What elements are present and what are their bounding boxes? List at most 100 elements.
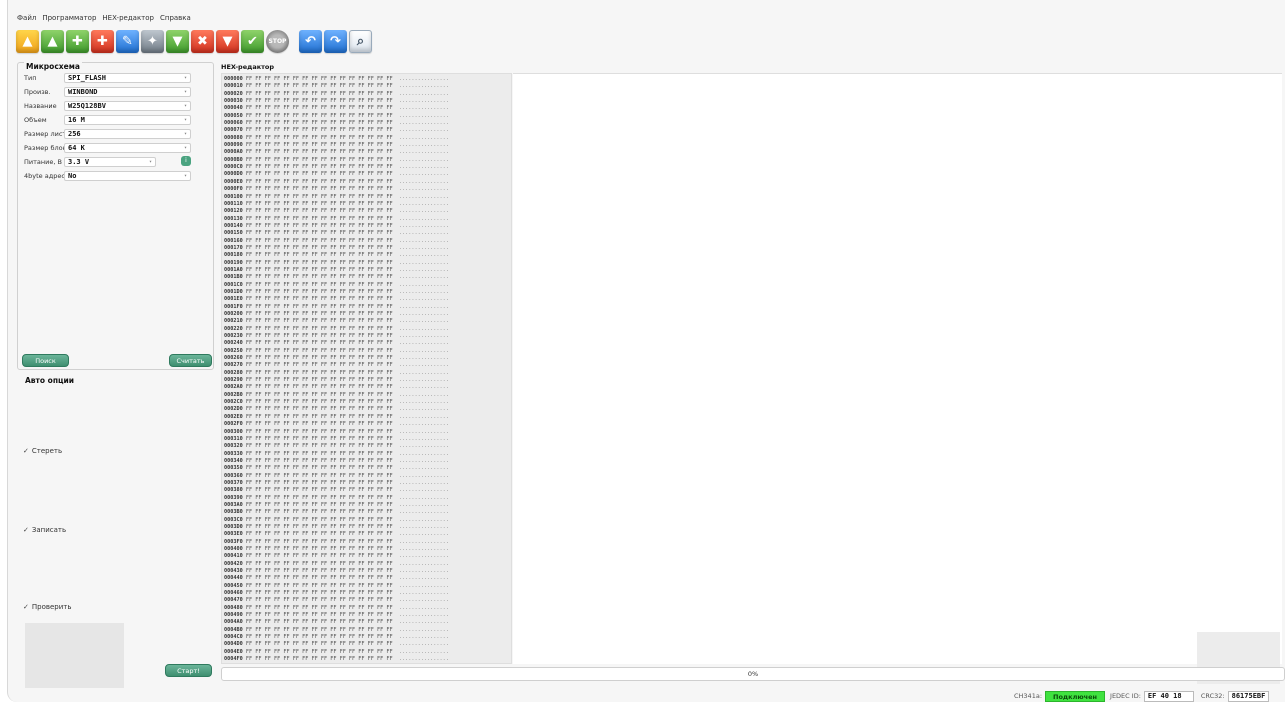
hex-bytes[interactable]: FF FF FF FF FF FF FF FF FF FF FF FF FF F…: [243, 553, 399, 559]
hex-row[interactable]: 000100 FF FF FF FF FF FF FF FF FF FF FF …: [224, 194, 511, 201]
hex-bytes[interactable]: FF FF FF FF FF FF FF FF FF FF FF FF FF F…: [243, 634, 399, 640]
hex-ascii[interactable]: ................: [399, 627, 449, 633]
detect-chip-icon[interactable]: ✦: [141, 29, 164, 53]
hex-row[interactable]: 000090 FF FF FF FF FF FF FF FF FF FF FF …: [224, 142, 511, 149]
hex-ascii[interactable]: ................: [399, 296, 449, 302]
hex-ascii[interactable]: ................: [399, 216, 449, 222]
hex-row[interactable]: 000440 FF FF FF FF FF FF FF FF FF FF FF …: [224, 575, 511, 582]
hex-ascii[interactable]: ................: [399, 443, 449, 449]
hex-row[interactable]: 0001F0 FF FF FF FF FF FF FF FF FF FF FF …: [224, 304, 511, 311]
hex-row[interactable]: 000480 FF FF FF FF FF FF FF FF FF FF FF …: [224, 605, 511, 612]
hex-row[interactable]: 000280 FF FF FF FF FF FF FF FF FF FF FF …: [224, 370, 511, 377]
menu-help[interactable]: Справка: [160, 14, 191, 26]
hex-bytes[interactable]: FF FF FF FF FF FF FF FF FF FF FF FF FF F…: [243, 406, 399, 412]
hex-row[interactable]: 0002E0 FF FF FF FF FF FF FF FF FF FF FF …: [224, 414, 511, 421]
hex-ascii[interactable]: ................: [399, 370, 449, 376]
hex-ascii[interactable]: ................: [399, 451, 449, 457]
block-size-select[interactable]: 64 K ▾: [64, 142, 191, 153]
hex-bytes[interactable]: FF FF FF FF FF FF FF FF FF FF FF FF FF F…: [243, 384, 399, 390]
hex-bytes[interactable]: FF FF FF FF FF FF FF FF FF FF FF FF FF F…: [243, 76, 399, 82]
hex-bytes[interactable]: FF FF FF FF FF FF FF FF FF FF FF FF FF F…: [243, 465, 399, 471]
hex-bytes[interactable]: FF FF FF FF FF FF FF FF FF FF FF FF FF F…: [243, 208, 399, 214]
hex-row[interactable]: 000070 FF FF FF FF FF FF FF FF FF FF FF …: [224, 127, 511, 134]
menu-programmer[interactable]: Программатор: [42, 14, 96, 26]
hex-ascii[interactable]: ................: [399, 201, 449, 207]
hex-row[interactable]: 000060 FF FF FF FF FF FF FF FF FF FF FF …: [224, 120, 511, 127]
hex-ascii[interactable]: ................: [399, 399, 449, 405]
voltage-select[interactable]: 3.3 V ▾: [64, 156, 156, 167]
edit-chip-icon[interactable]: ✎: [116, 29, 139, 53]
hex-bytes[interactable]: FF FF FF FF FF FF FF FF FF FF FF FF FF F…: [243, 627, 399, 633]
hex-row[interactable]: 0002F0 FF FF FF FF FF FF FF FF FF FF FF …: [224, 421, 511, 428]
hex-row[interactable]: 0001A0 FF FF FF FF FF FF FF FF FF FF FF …: [224, 267, 511, 274]
search-button[interactable]: Поиск: [22, 354, 69, 367]
start-button[interactable]: Старт!: [165, 664, 212, 677]
hex-ascii[interactable]: ................: [399, 120, 449, 126]
hex-ascii[interactable]: ................: [399, 179, 449, 185]
hex-bytes[interactable]: FF FF FF FF FF FF FF FF FF FF FF FF FF F…: [243, 641, 399, 647]
hex-ascii[interactable]: ................: [399, 517, 449, 523]
hex-ascii[interactable]: ................: [399, 245, 449, 251]
hex-bytes[interactable]: FF FF FF FF FF FF FF FF FF FF FF FF FF F…: [243, 619, 399, 625]
hex-bytes[interactable]: FF FF FF FF FF FF FF FF FF FF FF FF FF F…: [243, 509, 399, 515]
hex-row[interactable]: 000420 FF FF FF FF FF FF FF FF FF FF FF …: [224, 561, 511, 568]
hex-row[interactable]: 000290 FF FF FF FF FF FF FF FF FF FF FF …: [224, 377, 511, 384]
read-chip-icon[interactable]: ✚: [66, 29, 89, 53]
hex-ascii[interactable]: ................: [399, 656, 449, 662]
hex-row[interactable]: 000330 FF FF FF FF FF FF FF FF FF FF FF …: [224, 451, 511, 458]
hex-bytes[interactable]: FF FF FF FF FF FF FF FF FF FF FF FF FF F…: [243, 274, 399, 280]
hex-ascii[interactable]: ................: [399, 406, 449, 412]
hex-ascii[interactable]: ................: [399, 539, 449, 545]
hex-ascii[interactable]: ................: [399, 238, 449, 244]
hex-bytes[interactable]: FF FF FF FF FF FF FF FF FF FF FF FF FF F…: [243, 333, 399, 339]
verify-icon[interactable]: ✔: [241, 29, 264, 53]
hex-bytes[interactable]: FF FF FF FF FF FF FF FF FF FF FF FF FF F…: [243, 458, 399, 464]
hex-row[interactable]: 000200 FF FF FF FF FF FF FF FF FF FF FF …: [224, 311, 511, 318]
hex-bytes[interactable]: FF FF FF FF FF FF FF FF FF FF FF FF FF F…: [243, 495, 399, 501]
hex-ascii[interactable]: ................: [399, 458, 449, 464]
hex-bytes[interactable]: FF FF FF FF FF FF FF FF FF FF FF FF FF F…: [243, 194, 399, 200]
hex-bytes[interactable]: FF FF FF FF FF FF FF FF FF FF FF FF FF F…: [243, 605, 399, 611]
hex-ascii[interactable]: ................: [399, 355, 449, 361]
hex-bytes[interactable]: FF FF FF FF FF FF FF FF FF FF FF FF FF F…: [243, 597, 399, 603]
menu-hex-editor[interactable]: HEX-редактор: [102, 14, 154, 26]
four-byte-address-select[interactable]: No ▾: [64, 170, 191, 181]
hex-ascii[interactable]: ................: [399, 223, 449, 229]
hex-bytes[interactable]: FF FF FF FF FF FF FF FF FF FF FF FF FF F…: [243, 612, 399, 618]
read-button[interactable]: Считать: [169, 354, 212, 367]
hex-bytes[interactable]: FF FF FF FF FF FF FF FF FF FF FF FF FF F…: [243, 179, 399, 185]
hex-ascii[interactable]: ................: [399, 649, 449, 655]
hex-ascii[interactable]: ................: [399, 149, 449, 155]
hex-bytes[interactable]: FF FF FF FF FF FF FF FF FF FF FF FF FF F…: [243, 370, 399, 376]
hex-row[interactable]: 0000E0 FF FF FF FF FF FF FF FF FF FF FF …: [224, 179, 511, 186]
hex-ascii[interactable]: ................: [399, 127, 449, 133]
hex-ascii[interactable]: ................: [399, 568, 449, 574]
hex-bytes[interactable]: FF FF FF FF FF FF FF FF FF FF FF FF FF F…: [243, 443, 399, 449]
hex-ascii[interactable]: ................: [399, 546, 449, 552]
hex-bytes[interactable]: FF FF FF FF FF FF FF FF FF FF FF FF FF F…: [243, 583, 399, 589]
hex-bytes[interactable]: FF FF FF FF FF FF FF FF FF FF FF FF FF F…: [243, 311, 399, 317]
hex-ascii[interactable]: ................: [399, 208, 449, 214]
hex-bytes[interactable]: FF FF FF FF FF FF FF FF FF FF FF FF FF F…: [243, 568, 399, 574]
hex-row[interactable]: 000260 FF FF FF FF FF FF FF FF FF FF FF …: [224, 355, 511, 362]
hex-row[interactable]: 000380 FF FF FF FF FF FF FF FF FF FF FF …: [224, 487, 511, 494]
hex-row[interactable]: 000130 FF FF FF FF FF FF FF FF FF FF FF …: [224, 216, 511, 223]
hex-ascii[interactable]: ................: [399, 326, 449, 332]
hex-dump[interactable]: 000000 FF FF FF FF FF FF FF FF FF FF FF …: [224, 76, 511, 664]
hex-row[interactable]: 000430 FF FF FF FF FF FF FF FF FF FF FF …: [224, 568, 511, 575]
hex-row[interactable]: 000030 FF FF FF FF FF FF FF FF FF FF FF …: [224, 98, 511, 105]
chip-type-select[interactable]: SPI_FLASH ▾: [64, 72, 191, 83]
volume-select[interactable]: 16 M ▾: [64, 114, 191, 125]
hex-bytes[interactable]: FF FF FF FF FF FF FF FF FF FF FF FF FF F…: [243, 517, 399, 523]
hex-ascii[interactable]: ................: [399, 171, 449, 177]
hex-bytes[interactable]: FF FF FF FF FF FF FF FF FF FF FF FF FF F…: [243, 414, 399, 420]
hex-ascii[interactable]: ................: [399, 98, 449, 104]
hex-ascii[interactable]: ................: [399, 531, 449, 537]
hex-ascii[interactable]: ................: [399, 421, 449, 427]
hex-ascii[interactable]: ................: [399, 392, 449, 398]
hex-bytes[interactable]: FF FF FF FF FF FF FF FF FF FF FF FF FF F…: [243, 531, 399, 537]
hex-ascii[interactable]: ................: [399, 436, 449, 442]
hex-ascii[interactable]: ................: [399, 553, 449, 559]
hex-bytes[interactable]: FF FF FF FF FF FF FF FF FF FF FF FF FF F…: [243, 326, 399, 332]
hex-ascii[interactable]: ................: [399, 267, 449, 273]
